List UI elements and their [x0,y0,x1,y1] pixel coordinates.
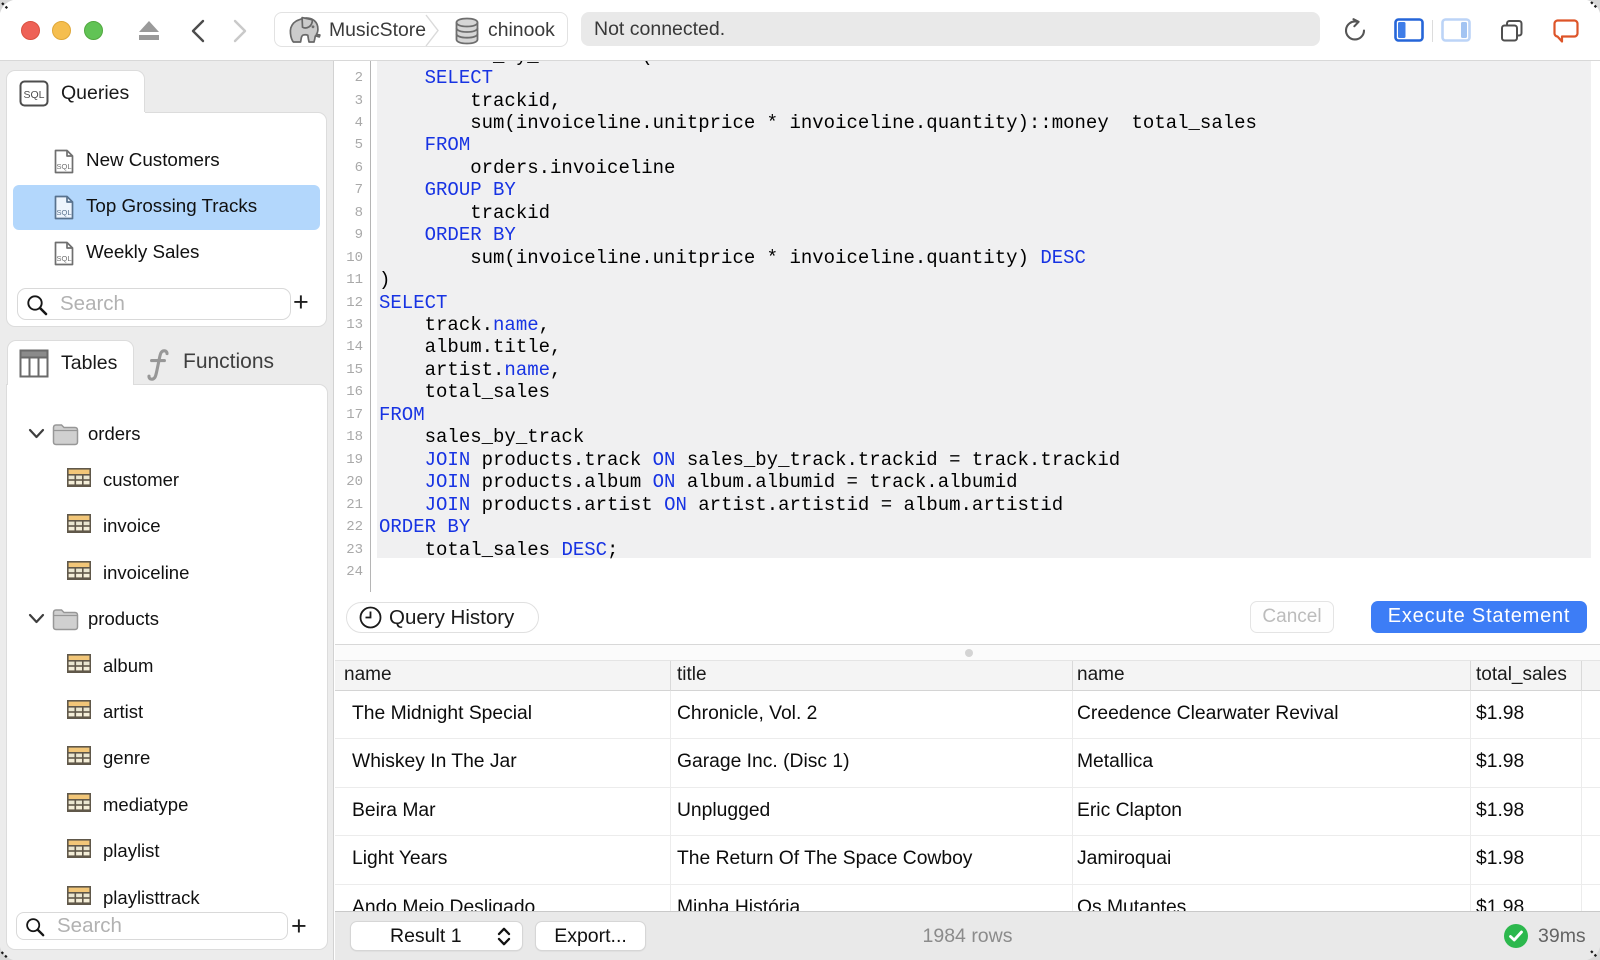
svg-text:SQL: SQL [56,162,71,171]
svg-text:SQL: SQL [56,254,71,263]
svg-text:SQL: SQL [23,89,44,101]
svg-text:SQL: SQL [56,208,71,217]
